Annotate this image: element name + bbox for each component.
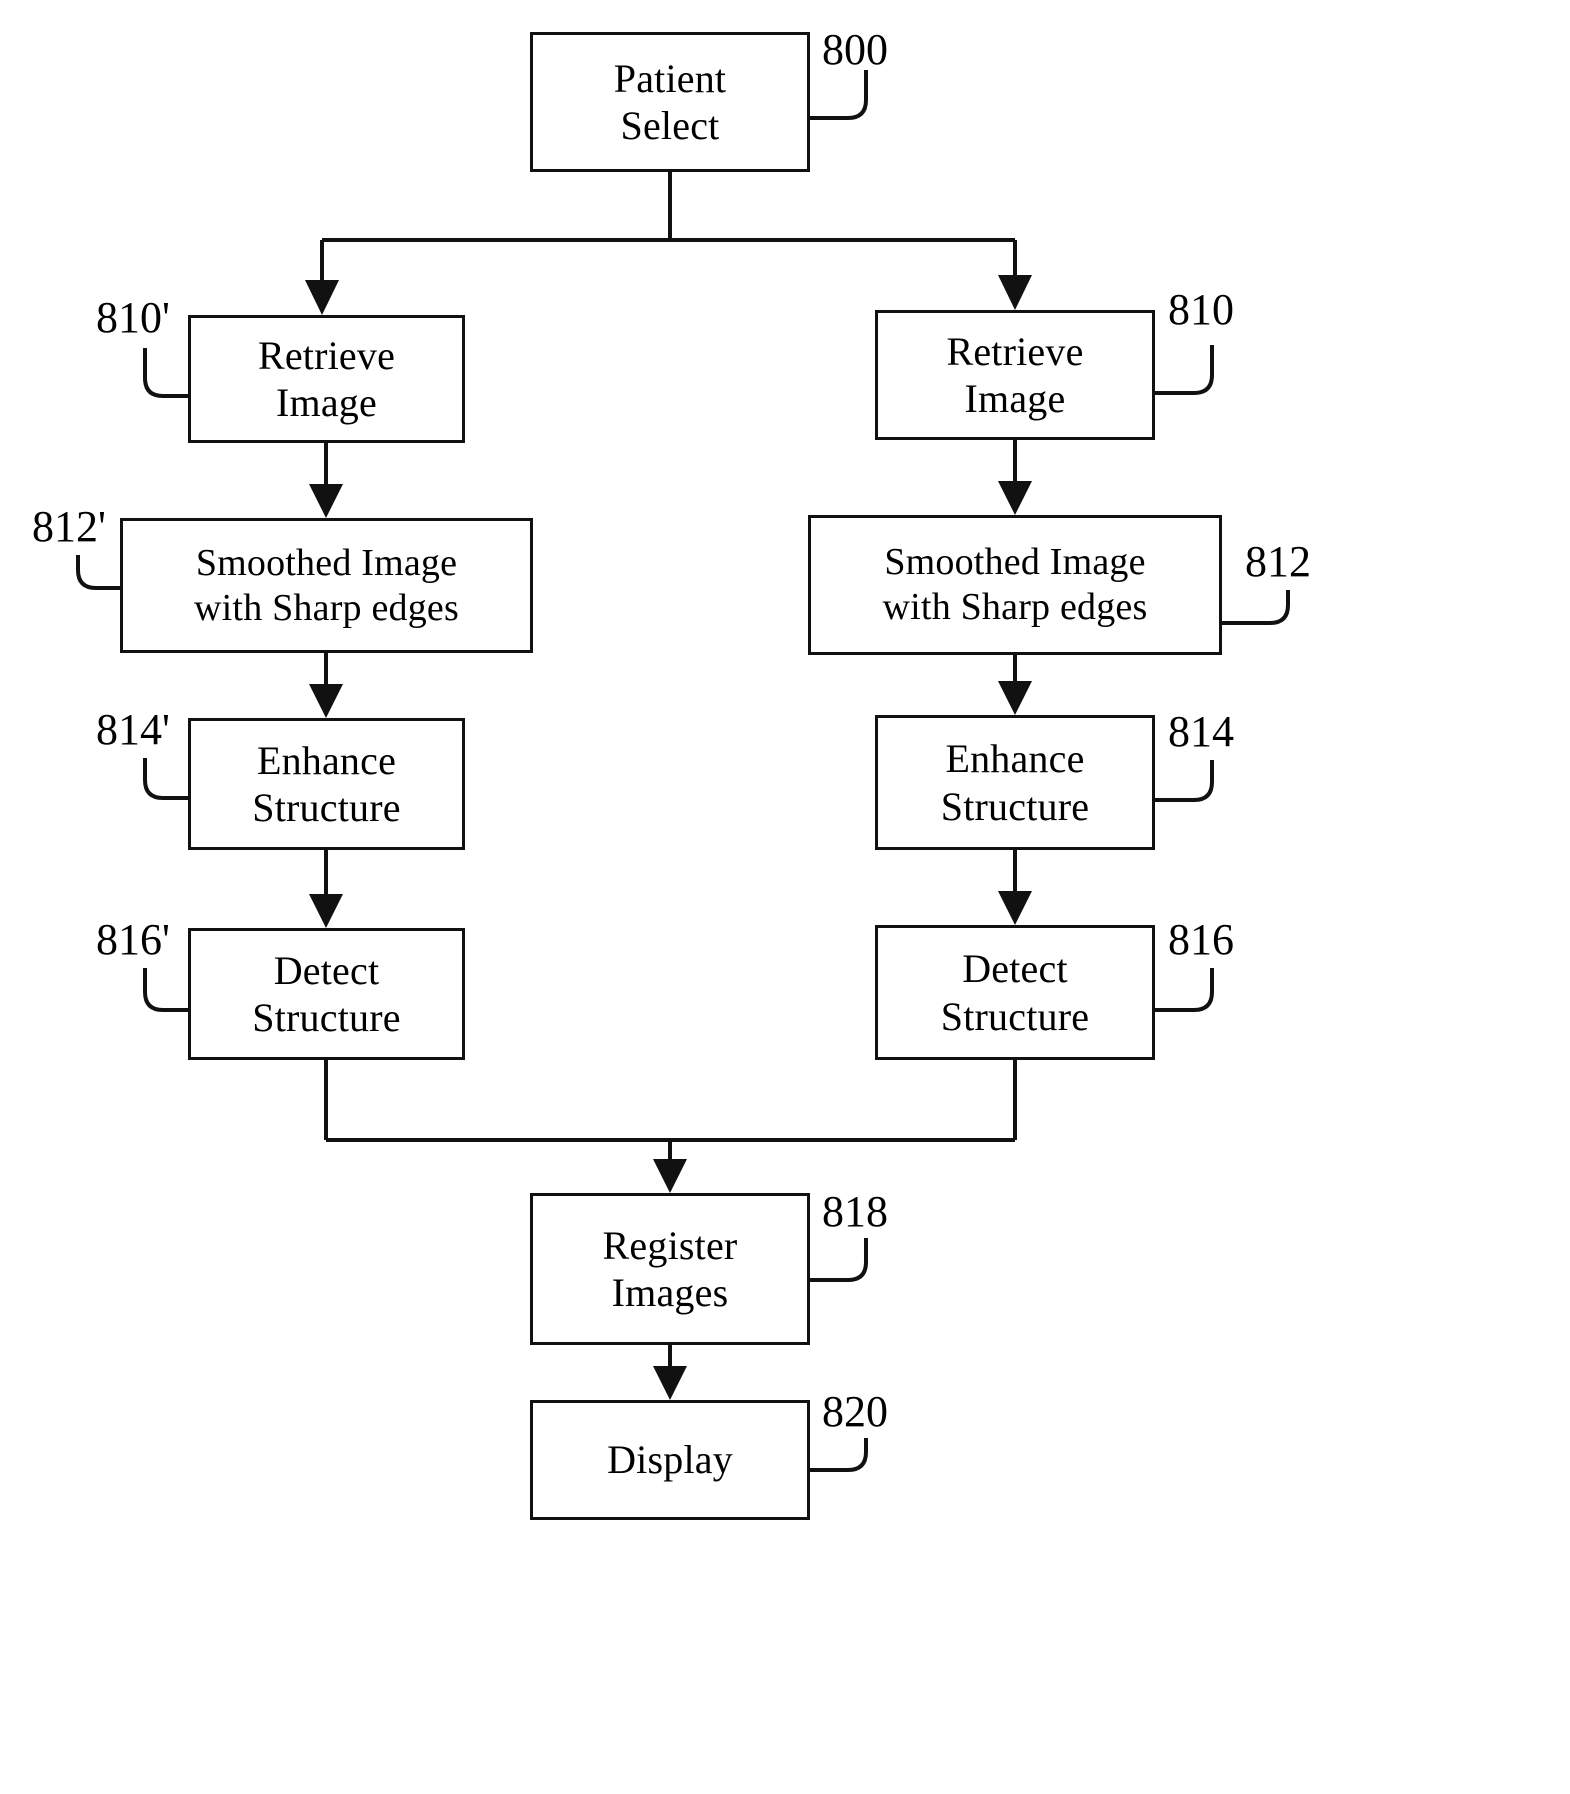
node-detect-structure-right[interactable]: Detect Structure xyxy=(875,925,1155,1060)
arrowhead-to-retrieve-right xyxy=(998,275,1032,310)
ref-numeral-818: 818 xyxy=(822,1187,888,1236)
ref-numeral-814-prime: 814' xyxy=(96,705,170,754)
node-label-line: Register xyxy=(602,1222,738,1268)
arrowhead-left-enhance xyxy=(309,684,343,718)
node-enhance-structure-right[interactable]: Enhance Structure xyxy=(875,715,1155,850)
leader-810-prime xyxy=(143,348,188,398)
node-label-line: Detect xyxy=(273,947,380,993)
node-enhance-structure-left[interactable]: Enhance Structure xyxy=(188,718,465,850)
leader-816 xyxy=(1155,968,1214,1012)
arrowhead-right-smoothed xyxy=(998,481,1032,515)
node-smoothed-image-right[interactable]: Smoothed Image with Sharp edges xyxy=(808,515,1222,655)
node-label-line: Images xyxy=(611,1270,729,1315)
node-label-line: Image xyxy=(964,376,1066,421)
node-label-line: with Sharp edges xyxy=(882,586,1148,628)
node-label-line: Patient xyxy=(613,55,727,101)
node-label-line: with Sharp edges xyxy=(194,586,459,629)
node-label-line: Select xyxy=(620,103,720,148)
node-label-line: Enhance xyxy=(945,736,1085,782)
ref-numeral-810-prime: 810' xyxy=(96,293,170,342)
ref-numeral-810: 810 xyxy=(1168,285,1234,334)
node-retrieve-image-left[interactable]: Retrieve Image xyxy=(188,315,465,443)
arrowhead-to-display xyxy=(653,1366,687,1400)
node-label-line: Enhance xyxy=(256,737,397,783)
node-label-line: Structure xyxy=(252,785,401,830)
node-patient-select[interactable]: Patient Select xyxy=(530,32,810,172)
node-label-line: Retrieve xyxy=(257,332,396,378)
ref-numeral-816: 816 xyxy=(1168,915,1234,964)
node-label-line: Smoothed Image xyxy=(195,541,458,584)
node-label-line: Structure xyxy=(252,995,401,1040)
node-label-line: Structure xyxy=(940,783,1090,829)
node-retrieve-image-right[interactable]: Retrieve Image xyxy=(875,310,1155,440)
arrowhead-left-detect xyxy=(309,894,343,928)
node-register-images[interactable]: Register Images xyxy=(530,1193,810,1345)
leader-820 xyxy=(810,1438,868,1472)
arrowhead-right-detect xyxy=(998,891,1032,925)
leader-810 xyxy=(1155,345,1214,395)
ref-numeral-814: 814 xyxy=(1168,707,1234,756)
node-label-line: Retrieve xyxy=(946,328,1084,374)
leader-800 xyxy=(810,70,868,120)
ref-numeral-800: 800 xyxy=(822,25,888,74)
arrowhead-to-retrieve-left xyxy=(305,280,339,315)
leader-818 xyxy=(810,1238,868,1282)
node-label-line: Image xyxy=(276,380,377,425)
node-detect-structure-left[interactable]: Detect Structure xyxy=(188,928,465,1060)
ref-numeral-816-prime: 816' xyxy=(96,915,170,964)
leader-814 xyxy=(1155,760,1214,802)
arrowhead-to-register xyxy=(653,1159,687,1193)
arrowhead-right-enhance xyxy=(998,681,1032,715)
leader-812 xyxy=(1222,590,1290,625)
figure-canvas: Patient Select Retrieve Image Retrieve I… xyxy=(0,0,1570,1794)
leader-812-prime xyxy=(76,555,120,590)
node-label-line: Smoothed Image xyxy=(884,541,1146,584)
ref-numeral-820: 820 xyxy=(822,1387,888,1436)
node-label-line: Detect xyxy=(962,946,1068,992)
node-label-line: Structure xyxy=(940,993,1090,1039)
node-display[interactable]: Display xyxy=(530,1400,810,1520)
leader-814-prime xyxy=(143,758,188,800)
leader-816-prime xyxy=(143,968,188,1012)
ref-numeral-812-prime: 812' xyxy=(32,502,106,551)
ref-numeral-812: 812 xyxy=(1245,537,1311,586)
node-label-line: Display xyxy=(607,1437,733,1483)
node-smoothed-image-left[interactable]: Smoothed Image with Sharp edges xyxy=(120,518,533,653)
connector-layer xyxy=(76,70,1290,1472)
arrowhead-left-smoothed xyxy=(309,484,343,518)
